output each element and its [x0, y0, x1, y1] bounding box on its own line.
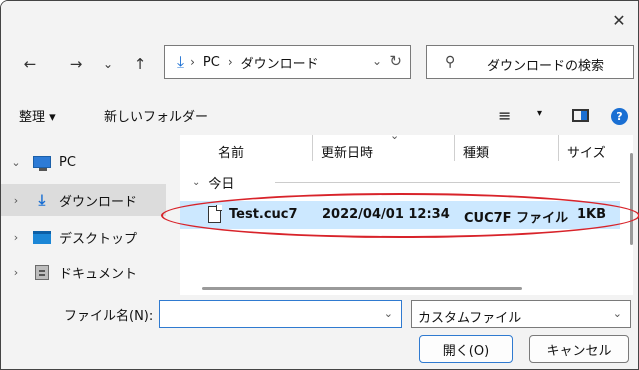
chevron-down-icon[interactable]: ⌄ — [192, 177, 200, 188]
file-size: 1KB — [577, 207, 607, 222]
search-placeholder: ダウンロードの検索 — [487, 59, 605, 74]
sidebar-item-pc[interactable]: ⌄ PC — [1, 146, 166, 178]
group-label: 今日 — [208, 177, 235, 192]
sidebar-item-label: ドキュメント — [59, 266, 138, 282]
forward-icon[interactable]: → — [65, 53, 87, 75]
filename-label: ファイル名(N): — [64, 309, 154, 324]
help-icon[interactable]: ? — [611, 108, 628, 125]
back-icon[interactable]: ← — [19, 53, 41, 75]
address-bar[interactable]: ⤓ › PC › ダウンロード ⌄ ↻ — [164, 45, 411, 79]
column-header-modified[interactable]: 更新日時 — [321, 135, 373, 167]
download-arrow-icon: ⤓ — [177, 52, 185, 71]
group-divider — [275, 182, 620, 183]
chevron-down-icon[interactable]: ⌄ — [372, 54, 382, 68]
cancel-button[interactable]: キャンセル — [529, 335, 629, 363]
file-name: Test.cuc7 — [229, 207, 298, 222]
navigation-bar: ← → ⌄ ↑ ⤓ › PC › ダウンロード ⌄ ↻ ⚲ ダウンロードの検索 — [1, 41, 638, 87]
documents-icon — [35, 264, 49, 280]
breadcrumb-separator: › — [227, 55, 233, 69]
filetype-value: カスタムファイル — [418, 311, 522, 326]
chevron-down-icon[interactable]: ▾ — [537, 108, 542, 119]
sidebar-item-documents[interactable]: › ドキュメント — [1, 256, 166, 288]
group-header-today[interactable]: ⌄ 今日 — [192, 173, 234, 192]
navigation-pane: ⌄ PC › ⤓ ダウンロード › デスクトップ › ドキュメント — [1, 141, 166, 291]
refresh-icon[interactable]: ↻ — [389, 52, 402, 70]
column-divider[interactable] — [312, 135, 313, 161]
open-button[interactable]: 開く(O) — [419, 335, 513, 363]
chevron-down-icon[interactable]: ⌄ — [1, 156, 31, 169]
command-bar: 整理 ▾ 新しいフォルダー ≡ ▾ ? — [1, 96, 638, 134]
sidebar-item-downloads[interactable]: › ⤓ ダウンロード — [1, 184, 166, 216]
file-type: CUC7F ファイル — [464, 211, 569, 226]
file-row[interactable]: Test.cuc7 2022/04/01 12:34 CUC7F ファイル 1K… — [180, 201, 620, 229]
chevron-down-icon[interactable]: ⌄ — [613, 307, 622, 320]
breadcrumb-downloads[interactable]: ダウンロード — [241, 53, 319, 72]
breadcrumb-pc[interactable]: PC — [203, 55, 220, 70]
view-menu-icon[interactable]: ≡ — [498, 106, 511, 125]
chevron-down-icon[interactable]: ⌄ — [384, 307, 393, 320]
chevron-right-icon[interactable]: › — [1, 231, 31, 244]
file-modified: 2022/04/01 12:34 — [322, 207, 450, 222]
recent-locations-icon[interactable]: ⌄ — [97, 53, 119, 75]
dialog-footer: ファイル名(N): ⌄ カスタムファイル ⌄ 開く(O) キャンセル — [1, 295, 638, 369]
sort-indicator-icon: ⌄ — [390, 129, 400, 142]
horizontal-scrollbar[interactable] — [202, 287, 522, 290]
column-header-name[interactable]: 名前 — [218, 135, 244, 167]
sidebar-item-label: ダウンロード — [59, 194, 138, 210]
file-list: 名前 更新日時 ⌄ 種類 サイズ ⌄ 今日 Test.cuc7 2022/04/… — [180, 129, 633, 295]
preview-pane-icon[interactable] — [572, 109, 589, 122]
breadcrumb-separator: › — [190, 55, 195, 69]
search-box[interactable]: ⚲ ダウンロードの検索 — [426, 45, 634, 79]
column-header-type[interactable]: 種類 — [463, 135, 489, 167]
sidebar-item-label: PC — [59, 154, 76, 170]
desktop-icon — [33, 230, 51, 244]
sidebar-item-desktop[interactable]: › デスクトップ — [1, 221, 166, 253]
chevron-right-icon[interactable]: › — [1, 266, 31, 279]
close-icon[interactable]: ✕ — [606, 7, 632, 33]
title-bar: ✕ — [1, 1, 638, 41]
filename-input[interactable] — [166, 301, 376, 325]
up-icon[interactable]: ↑ — [129, 53, 151, 75]
filename-field[interactable]: ⌄ — [159, 300, 402, 328]
filetype-select[interactable]: カスタムファイル ⌄ — [411, 300, 631, 328]
download-icon: ⤓ — [38, 191, 46, 209]
file-icon — [208, 205, 222, 223]
organize-button[interactable]: 整理 ▾ — [19, 106, 56, 125]
column-divider[interactable] — [558, 135, 559, 161]
column-divider[interactable] — [454, 135, 455, 161]
search-icon: ⚲ — [445, 54, 456, 70]
file-open-dialog: ✕ ← → ⌄ ↑ ⤓ › PC › ダウンロード ⌄ ↻ ⚲ ダウンロードの検… — [0, 0, 639, 370]
column-header-size[interactable]: サイズ — [567, 135, 606, 167]
vertical-scrollbar[interactable] — [630, 153, 633, 245]
chevron-right-icon[interactable]: › — [1, 194, 31, 207]
sidebar-item-label: デスクトップ — [59, 231, 138, 247]
new-folder-button[interactable]: 新しいフォルダー — [104, 106, 208, 125]
pc-icon — [33, 156, 51, 171]
